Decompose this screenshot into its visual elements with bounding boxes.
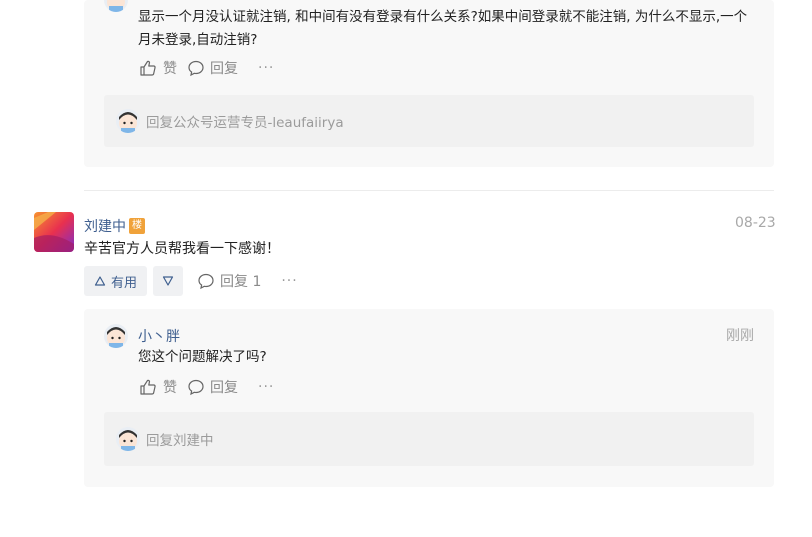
reply-actions: 赞 回复 ··· [139, 376, 274, 398]
comment-icon [188, 379, 204, 396]
reply-button[interactable]: 回复 [187, 377, 238, 397]
avatar[interactable] [34, 212, 74, 252]
thumbs-up-icon [140, 60, 156, 76]
comment-text: 辛苦官方人员帮我看一下感谢！ [84, 241, 280, 257]
triangle-down-icon [162, 276, 174, 286]
reply-input[interactable]: 回复刘建中 [104, 412, 754, 466]
divider [84, 190, 774, 191]
useful-button[interactable]: 有用 [84, 266, 147, 296]
triangle-up-icon [94, 276, 106, 286]
more-icon[interactable]: ··· [258, 379, 274, 395]
comment-username[interactable]: 刘建中 [84, 216, 126, 236]
avatar[interactable] [104, 324, 128, 348]
avatar [116, 427, 140, 451]
more-icon[interactable]: ··· [281, 273, 297, 289]
reply-button[interactable]: 回复 [187, 58, 238, 78]
avatar [116, 109, 140, 133]
useful-label: 有用 [110, 275, 137, 291]
reply-input-placeholder: 回复公众号运营专员-leaufaiirya [146, 115, 344, 131]
reply-text: 您这个问题解决了吗? [138, 349, 267, 365]
like-label: 赞 [163, 61, 177, 77]
like-button[interactable]: 赞 [139, 58, 177, 78]
comment-icon [188, 60, 204, 77]
reply-input[interactable]: 回复公众号运营专员-leaufaiirya [104, 95, 754, 147]
comment-actions: 回复 1 ··· [197, 270, 298, 292]
reply-label: 回复 [210, 61, 238, 77]
reply-text: 显示一个月没认证就注销, 和中间有没有登录有什么关系?如果中间登录就不能注销, … [138, 9, 748, 48]
like-label: 赞 [163, 380, 177, 396]
reply-button[interactable]: 回复 1 [197, 271, 261, 291]
like-button[interactable]: 赞 [139, 377, 177, 397]
not-useful-button[interactable] [153, 266, 183, 296]
comment-icon [198, 273, 214, 290]
reply-username[interactable]: 小丶胖 [138, 326, 180, 346]
reply-label: 回复 [210, 380, 238, 396]
reply-time: 刚刚 [726, 328, 754, 344]
reply-input-placeholder: 回复刘建中 [146, 433, 214, 449]
floor-badge: 楼 [129, 218, 145, 234]
comment-time: 08-23 [735, 215, 776, 231]
reply-count-label: 回复 1 [220, 274, 262, 290]
reply-actions: 赞 回复 ··· [139, 57, 274, 79]
more-icon[interactable]: ··· [258, 60, 274, 76]
thumbs-up-icon [140, 379, 156, 395]
